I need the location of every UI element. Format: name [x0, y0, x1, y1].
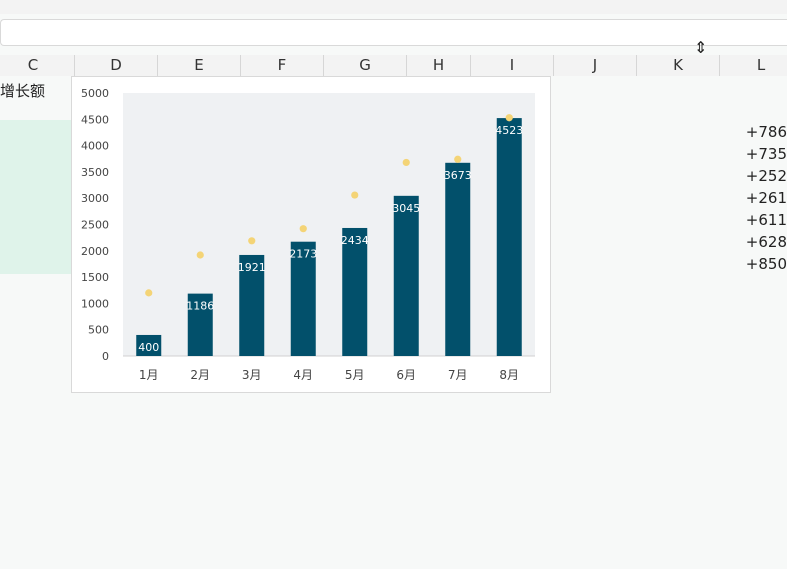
column-header-k[interactable]: K	[637, 55, 720, 76]
x-tick-label: 7月	[448, 368, 468, 382]
x-tick-label: 1月	[139, 368, 159, 382]
bar-data-label: 1186	[186, 300, 214, 313]
growth-values-band	[0, 120, 72, 274]
bar-data-label: 1921	[238, 261, 266, 274]
ribbon-toolbar	[0, 0, 787, 14]
y-tick-label: 1500	[81, 271, 109, 284]
x-tick-label: 5月	[345, 368, 365, 382]
y-tick-label: 5000	[81, 87, 109, 100]
y-tick-label: 4000	[81, 140, 109, 153]
column-header-j[interactable]: J	[554, 55, 637, 76]
x-tick-label: 6月	[396, 368, 416, 382]
x-tick-label: 8月	[499, 368, 519, 382]
scatter-point	[299, 225, 307, 233]
y-tick-label: 2000	[81, 245, 109, 258]
scatter-point	[505, 114, 513, 122]
bar	[393, 195, 419, 356]
growth-cell-2[interactable]: +735	[715, 145, 787, 163]
column-header-i[interactable]: I	[471, 55, 554, 76]
bar-data-label: 3045	[392, 202, 420, 215]
growth-cell-4[interactable]: +261	[715, 189, 787, 207]
y-tick-label: 2500	[81, 219, 109, 232]
column-header-row: C D E F G H I J K L	[0, 55, 787, 77]
y-tick-label: 1000	[81, 297, 109, 310]
bar	[342, 227, 368, 356]
bar-data-label: 2434	[341, 234, 369, 247]
x-tick-label: 2月	[190, 368, 210, 382]
chart-svg: 0 500 1000 1500 2000 2500 3000 3500 4000 4500 5000…	[81, 87, 535, 382]
bar-data-label: 2173	[289, 248, 317, 261]
y-tick-label: 3000	[81, 192, 109, 205]
column-header-f[interactable]: F	[241, 55, 324, 76]
growth-cell-6[interactable]: +628	[715, 233, 787, 251]
embedded-bar-chart[interactable]: 0 500 1000 1500 2000 2500 3000 3500 4000 4500 5000…	[71, 76, 551, 393]
y-tick-label: 3500	[81, 166, 109, 179]
y-tick-label: 500	[88, 324, 109, 337]
scatter-point	[402, 158, 410, 167]
growth-cell-3[interactable]: +252	[715, 167, 787, 185]
y-tick-label: 0	[102, 350, 109, 363]
growth-cell-5[interactable]: +611	[715, 211, 787, 229]
column-header-l[interactable]: L	[720, 55, 787, 76]
x-tick-label: 3月	[242, 368, 262, 382]
scatter-point	[248, 237, 256, 245]
bar-data-label: 4523	[495, 124, 523, 137]
bar	[496, 118, 522, 356]
x-tick-label: 4月	[293, 368, 313, 382]
formula-bar[interactable]	[0, 19, 787, 46]
bar-data-label: 400	[138, 341, 159, 354]
plot-area	[123, 93, 535, 356]
scatter-point	[351, 191, 359, 199]
column-header-d[interactable]: D	[75, 55, 158, 76]
y-tick-label: 4500	[81, 113, 109, 126]
growth-header-cell[interactable]: 增长额	[0, 80, 45, 101]
scatter-point	[196, 251, 204, 259]
column-header-c[interactable]: C	[0, 55, 75, 76]
scatter-point	[454, 155, 462, 163]
column-header-h[interactable]: H	[407, 55, 471, 76]
growth-cell-7[interactable]: +850	[715, 255, 787, 273]
bar	[445, 162, 471, 356]
bar-data-label: 3673	[444, 169, 472, 182]
scatter-point	[145, 289, 153, 297]
growth-cell-1[interactable]: +786	[715, 123, 787, 141]
column-header-g[interactable]: G	[324, 55, 407, 76]
column-header-e[interactable]: E	[158, 55, 241, 76]
